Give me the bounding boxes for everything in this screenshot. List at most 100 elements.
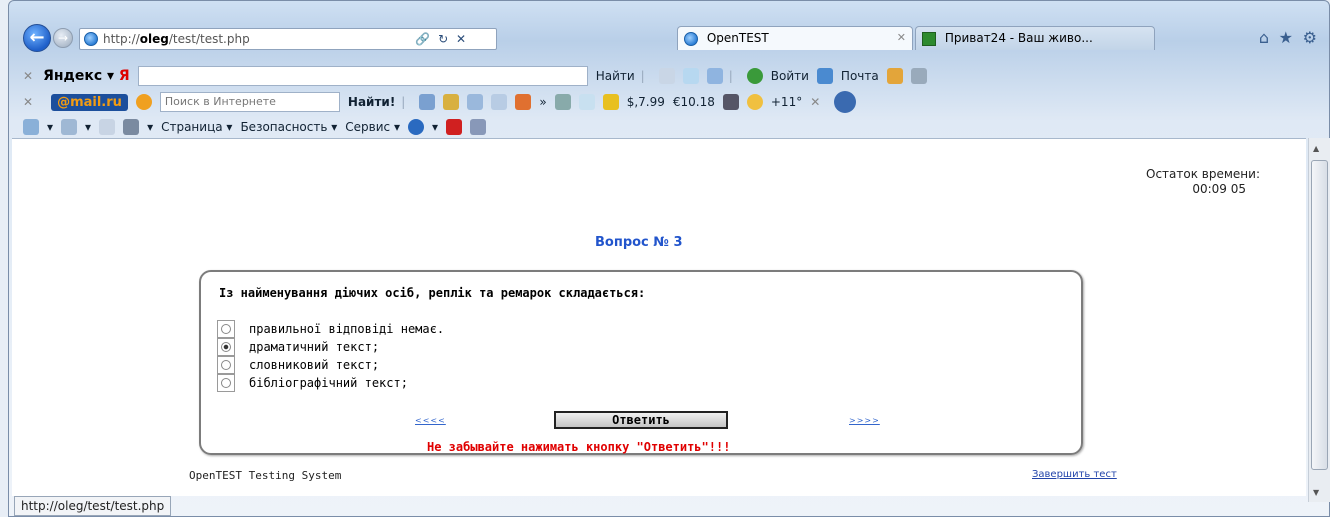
address-url: http://oleg/test/test.php bbox=[103, 32, 250, 46]
mailru-search-input[interactable]: Поиск в Интернете bbox=[159, 92, 340, 112]
tab-label: OpenTEST bbox=[706, 31, 769, 45]
screen-icon[interactable] bbox=[467, 94, 484, 110]
currency-icon bbox=[602, 94, 619, 110]
reminder-text: Не забывайте нажимать кнопку "Ответить"!… bbox=[427, 440, 731, 454]
yandex-logo[interactable]: Яндекс ▾ Я bbox=[43, 68, 130, 84]
page-menu[interactable]: Страница ▾ bbox=[161, 120, 232, 134]
radio-button[interactable] bbox=[217, 374, 235, 392]
login-icon bbox=[746, 68, 763, 84]
status-bar-url: http://oleg/test/test.php bbox=[14, 496, 172, 516]
eur-rate: €10.18 bbox=[672, 95, 715, 109]
weather-value: +11° bbox=[770, 95, 803, 109]
home-icon[interactable]: ⌂ bbox=[1259, 28, 1269, 47]
screen-icon[interactable] bbox=[706, 68, 723, 84]
usd-rate: $,7.99 bbox=[626, 95, 665, 109]
yandex-login-button[interactable]: Войти bbox=[771, 69, 809, 83]
feeds-icon[interactable] bbox=[61, 119, 78, 135]
bookmarks-icon[interactable] bbox=[886, 68, 903, 84]
security-menu[interactable]: Безопасность ▾ bbox=[240, 120, 337, 134]
divider: | bbox=[640, 69, 645, 83]
previous-question-link[interactable]: <<<< bbox=[415, 416, 446, 425]
ie-page-icon bbox=[84, 32, 98, 46]
footer-brand: OpenTEST Testing System bbox=[189, 469, 342, 482]
mail-icon[interactable] bbox=[491, 94, 508, 110]
close-icon[interactable]: ✕ bbox=[810, 95, 820, 109]
chevron-down-icon[interactable]: ▾ bbox=[85, 120, 91, 134]
answer-button[interactable]: Ответить bbox=[554, 411, 728, 429]
gear-icon[interactable]: ⚙ bbox=[1303, 28, 1317, 47]
divider: | bbox=[401, 95, 406, 109]
page-content: Остаток времени: 00:09 05 Вопрос № 3 Із … bbox=[12, 138, 1306, 496]
research-icon[interactable] bbox=[470, 119, 487, 135]
next-question-link[interactable]: >>>> bbox=[849, 416, 880, 425]
timer-label: Остаток времени: bbox=[1146, 167, 1260, 181]
more-chevron-icon[interactable]: » bbox=[539, 95, 546, 109]
privat24-icon bbox=[922, 31, 936, 46]
chevron-down-icon[interactable]: ▾ bbox=[47, 120, 53, 134]
yandex-find-button[interactable]: Найти bbox=[596, 69, 635, 83]
option-label: бібліографічний текст; bbox=[249, 376, 408, 390]
settings-icon[interactable] bbox=[910, 68, 927, 84]
option-label: правильної відповіді немає. bbox=[249, 322, 445, 336]
tab-opentest[interactable]: OpenTEST ✕ bbox=[677, 26, 913, 50]
finish-test-link[interactable]: Завершить тест bbox=[1032, 469, 1117, 480]
answer-option[interactable]: бібліографічний текст; bbox=[217, 374, 408, 392]
mailru-toolbar: ✕ @mail.ru Поиск в Интернете Найти! | » … bbox=[9, 90, 1329, 114]
scroll-up-icon[interactable]: ▲ bbox=[1313, 144, 1319, 153]
service-menu[interactable]: Сервис ▾ bbox=[345, 120, 400, 134]
mail-icon bbox=[816, 68, 833, 84]
games-icon[interactable] bbox=[554, 94, 571, 110]
yandex-mail-button[interactable]: Почта bbox=[841, 69, 879, 83]
address-bar[interactable]: http://oleg/test/test.php 🔗 ↻ ✕ bbox=[79, 28, 497, 50]
translate-icon[interactable] bbox=[682, 68, 699, 84]
help-icon[interactable] bbox=[407, 119, 424, 135]
favorites-star-icon[interactable]: ★ bbox=[1279, 28, 1293, 47]
address-tools[interactable]: 🔗 ↻ ✕ bbox=[415, 32, 468, 46]
ie-page-icon bbox=[684, 31, 698, 46]
pencil-icon[interactable] bbox=[443, 94, 460, 110]
rub-icon bbox=[722, 94, 739, 110]
option-label: драматичний текст; bbox=[249, 340, 380, 354]
close-icon[interactable]: ✕ bbox=[23, 69, 33, 83]
divider: | bbox=[728, 69, 733, 83]
chevron-down-icon[interactable]: ▾ bbox=[147, 120, 153, 134]
answer-option[interactable]: словниковий текст; bbox=[217, 356, 379, 374]
chat-icon[interactable] bbox=[658, 68, 675, 84]
print-icon[interactable] bbox=[123, 119, 140, 135]
globe-icon[interactable] bbox=[834, 91, 857, 113]
radio-button[interactable] bbox=[217, 338, 235, 356]
radio-button[interactable] bbox=[217, 320, 235, 338]
mailru-find-button[interactable]: Найти! bbox=[348, 95, 395, 109]
question-box: Із найменування діючих осіб, реплік та р… bbox=[199, 270, 1083, 455]
mailru-logo[interactable]: @mail.ru bbox=[51, 93, 128, 111]
yandex-toolbar: ✕ Яндекс ▾ Я Найти | | Войти Почта bbox=[9, 64, 1329, 88]
yandex-search-input[interactable] bbox=[137, 66, 588, 86]
question-text: Із найменування діючих осіб, реплік та р… bbox=[219, 286, 646, 300]
mail-icon[interactable] bbox=[99, 119, 116, 135]
tab-privat24[interactable]: Приват24 - Ваш живо... bbox=[915, 26, 1155, 50]
vertical-scrollbar[interactable]: ▲ ▼ bbox=[1308, 138, 1330, 502]
scroll-down-icon[interactable]: ▼ bbox=[1313, 488, 1319, 497]
font-icon[interactable] bbox=[419, 94, 436, 110]
chevron-down-icon[interactable]: ▾ bbox=[432, 120, 438, 134]
close-icon[interactable]: ✕ bbox=[897, 31, 906, 44]
answer-option[interactable]: правильної відповіді немає. bbox=[217, 320, 444, 338]
answer-option[interactable]: драматичний текст; bbox=[217, 338, 379, 356]
tab-label: Приват24 - Ваш живо... bbox=[944, 31, 1093, 45]
weather-icon bbox=[746, 94, 763, 110]
address-row: ← → http://oleg/test/test.php 🔗 ↻ ✕ Open… bbox=[9, 23, 1329, 52]
scroll-thumb[interactable] bbox=[1311, 160, 1328, 470]
timer-value: 00:09 05 bbox=[1192, 182, 1246, 196]
back-button[interactable]: ← bbox=[23, 24, 51, 52]
option-label: словниковий текст; bbox=[249, 358, 380, 372]
radio-button[interactable] bbox=[217, 356, 235, 374]
forward-button[interactable]: → bbox=[53, 28, 73, 48]
agent-icon[interactable] bbox=[515, 94, 532, 110]
question-number: Вопрос № 3 bbox=[595, 235, 683, 250]
news-icon[interactable] bbox=[578, 94, 595, 110]
search-engine-icon[interactable] bbox=[135, 94, 152, 110]
addon-red-icon[interactable] bbox=[446, 119, 463, 135]
close-icon[interactable]: ✕ bbox=[23, 95, 33, 109]
command-bar: ▾ ▾ ▾ Страница ▾ Безопасность ▾ Сервис ▾… bbox=[9, 115, 1329, 139]
home-icon[interactable] bbox=[23, 119, 39, 135]
